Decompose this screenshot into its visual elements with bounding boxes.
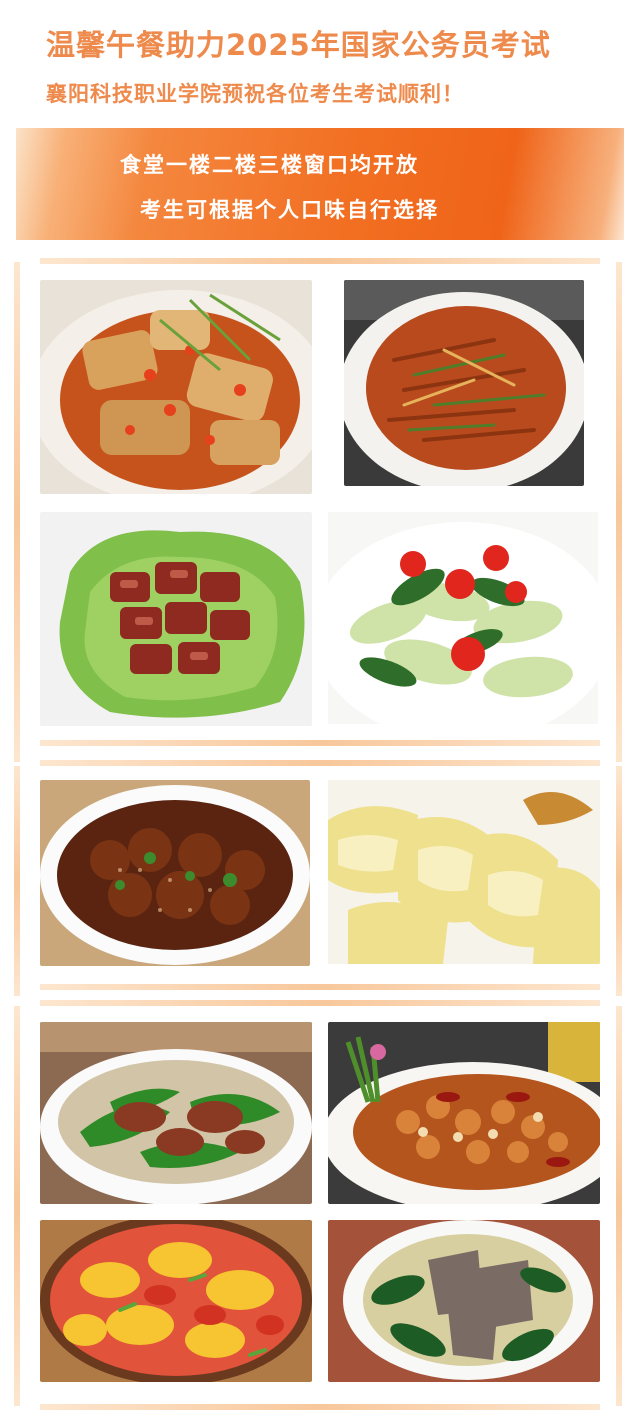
white-cut-chicken-photo: [328, 780, 600, 964]
frame-border: [40, 258, 600, 264]
notice-banner: 食堂一楼二楼三楼窗口均开放 考生可根据个人口味自行选择: [16, 128, 624, 240]
sweet-sour-ribs-photo: [40, 780, 310, 966]
frame-border: [616, 262, 622, 762]
braised-pork-lettuce-photo: [40, 512, 312, 726]
shredded-pork-photo: [344, 280, 584, 486]
frame-border: [40, 740, 600, 746]
pepper-pork-stirfry-photo: [40, 1022, 312, 1204]
braised-fish-photo: [40, 280, 312, 494]
frame-border: [40, 1404, 600, 1410]
tomato-egg-photo: [40, 1220, 312, 1382]
frame-border: [616, 766, 622, 996]
frame-border: [14, 1006, 20, 1406]
banner-line-2: 考生可根据个人口味自行选择: [140, 198, 439, 222]
frame-border: [40, 984, 600, 990]
frame-border: [40, 1000, 600, 1006]
frame-border: [616, 1006, 622, 1406]
bok-choy-chili-photo: [328, 512, 598, 724]
banner-line-1: 食堂一楼二楼三楼窗口均开放: [120, 153, 419, 177]
frame-border: [14, 262, 20, 762]
page-subtitle: 襄阳科技职业学院预祝各位考生考试顺利！: [46, 82, 464, 106]
frame-border: [14, 766, 20, 996]
kung-pao-chicken-photo: [328, 1022, 600, 1204]
frame-border: [40, 760, 600, 766]
page-title: 温馨午餐助力2025年国家公务员考试: [46, 28, 551, 62]
pork-liver-soup-photo: [328, 1220, 600, 1382]
